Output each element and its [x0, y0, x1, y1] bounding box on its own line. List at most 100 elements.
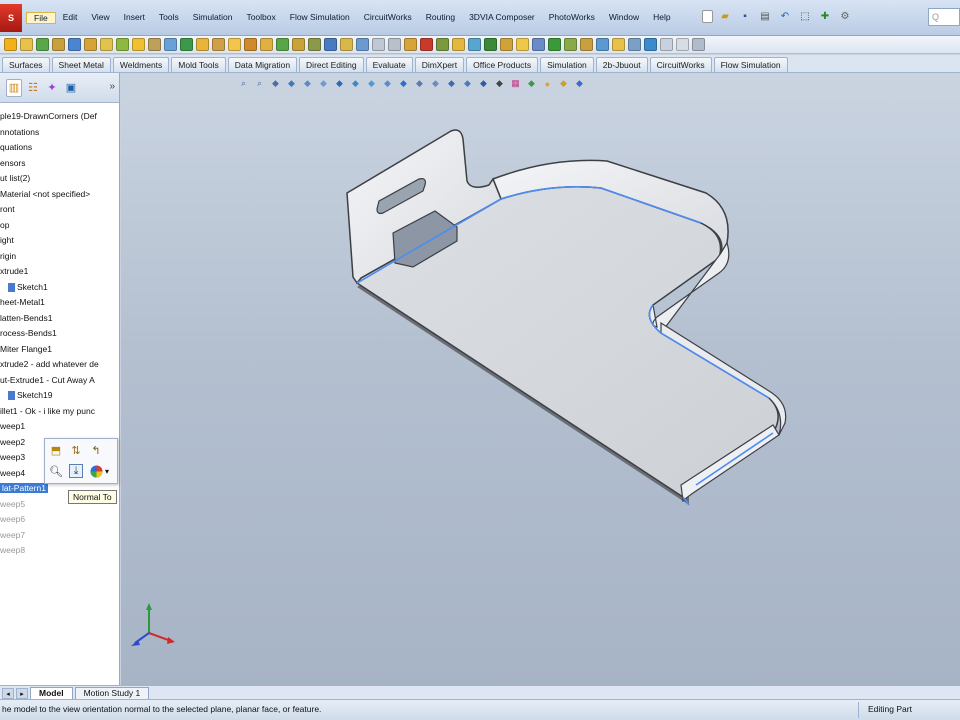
tab-simulation[interactable]: Simulation	[540, 57, 594, 72]
menu-simulation[interactable]: Simulation	[186, 12, 240, 24]
sheet-metal-part[interactable]	[121, 73, 960, 685]
configuration-manager-tab-icon[interactable]: ✦	[44, 79, 60, 97]
command-icon[interactable]	[452, 38, 465, 51]
command-icon[interactable]	[68, 38, 81, 51]
tree-item[interactable]: Sketch1	[0, 280, 113, 296]
menu-photoworks[interactable]: PhotoWorks	[542, 12, 602, 24]
command-icon[interactable]	[20, 38, 33, 51]
menu-routing[interactable]: Routing	[419, 12, 462, 24]
command-icon[interactable]	[692, 38, 705, 51]
property-manager-tab-icon[interactable]: ☷	[25, 79, 41, 97]
command-icon[interactable]	[644, 38, 657, 51]
tab-dimxpert[interactable]: DimXpert	[414, 57, 465, 72]
tree-item[interactable]: weep1	[0, 419, 113, 435]
command-icon[interactable]	[180, 38, 193, 51]
tree-item[interactable]: Material <not specified>	[0, 187, 113, 203]
command-icon[interactable]	[324, 38, 337, 51]
tree-item[interactable]: rocess-Bends1	[0, 326, 113, 342]
command-icon[interactable]	[420, 38, 433, 51]
tab-motion-study[interactable]: Motion Study 1	[74, 687, 150, 699]
tab-flow-simulation[interactable]: Flow Simulation	[713, 57, 788, 72]
undo-icon[interactable]: ↶	[777, 8, 793, 24]
tree-item[interactable]: Miter Flange1	[0, 342, 113, 358]
tree-item[interactable]: weep7	[0, 528, 113, 544]
command-icon[interactable]	[436, 38, 449, 51]
select-icon[interactable]: ⬚	[797, 8, 813, 24]
rollback-icon[interactable]: ↰	[89, 443, 103, 457]
scroll-right-icon[interactable]: ▸	[16, 688, 28, 699]
panel-expand-icon[interactable]: »	[109, 81, 115, 92]
menu-file[interactable]: File	[26, 12, 56, 24]
menu-help[interactable]: Help	[646, 12, 677, 24]
search-input[interactable]: Q	[928, 8, 960, 26]
command-icon[interactable]	[52, 38, 65, 51]
command-icon[interactable]	[292, 38, 305, 51]
command-icon[interactable]	[532, 38, 545, 51]
command-icon[interactable]	[84, 38, 97, 51]
tree-item[interactable]: ight	[0, 233, 113, 249]
tab-model[interactable]: Model	[30, 687, 73, 699]
tree-item[interactable]: ple19-DrawnCorners (Def	[0, 109, 113, 125]
command-icon[interactable]	[580, 38, 593, 51]
graphics-area[interactable]: ⌕ ⌕ ◆ ◆ ◆ ◆ ◆ ◆ ◆ ◆ ◆ ◆ ◆ ◆ ◆ ◆ ◆ ▦ ◆ ● ◆ ◆	[121, 73, 960, 685]
tree-item[interactable]: rigin	[0, 249, 113, 265]
command-icon[interactable]	[500, 38, 513, 51]
solidworks-logo[interactable]: S	[0, 4, 22, 32]
command-icon[interactable]	[276, 38, 289, 51]
print-icon[interactable]: ▤	[757, 8, 773, 24]
zoom-to-selection-icon[interactable]: 🔍︎	[49, 464, 63, 478]
tab-weldments[interactable]: Weldments	[112, 57, 170, 72]
menu-view[interactable]: View	[84, 12, 116, 24]
tree-item[interactable]: ut-Extrude1 - Cut Away A	[0, 373, 113, 389]
tree-item[interactable]: Sketch19	[0, 388, 113, 404]
tab-office-products[interactable]: Office Products	[466, 57, 539, 72]
tree-item[interactable]: ut list(2)	[0, 171, 113, 187]
command-icon[interactable]	[4, 38, 17, 51]
display-manager-tab-icon[interactable]: ▣	[63, 79, 79, 97]
command-icon[interactable]	[516, 38, 529, 51]
tab-mold-tools[interactable]: Mold Tools	[171, 57, 226, 72]
menu-tools[interactable]: Tools	[152, 12, 186, 24]
command-icon[interactable]	[484, 38, 497, 51]
command-icon[interactable]	[244, 38, 257, 51]
command-icon[interactable]	[660, 38, 673, 51]
command-icon[interactable]	[356, 38, 369, 51]
tab-circuitworks[interactable]: CircuitWorks	[649, 57, 712, 72]
tree-item[interactable]: xtrude1	[0, 264, 113, 280]
tree-item[interactable]: ensors	[0, 156, 113, 172]
menu-insert[interactable]: Insert	[117, 12, 152, 24]
command-icon[interactable]	[612, 38, 625, 51]
command-icon[interactable]	[212, 38, 225, 51]
command-icon[interactable]	[564, 38, 577, 51]
unsuppress-icon[interactable]: ⇅	[69, 443, 83, 457]
command-icon[interactable]	[372, 38, 385, 51]
command-icon[interactable]	[468, 38, 481, 51]
new-document-icon[interactable]	[702, 9, 713, 23]
tree-item[interactable]: xtrude2 - add whatever de	[0, 357, 113, 373]
menu-window[interactable]: Window	[602, 12, 646, 24]
tree-item[interactable]: op	[0, 218, 113, 234]
options-icon[interactable]: ⚙	[837, 8, 853, 24]
command-icon[interactable]	[260, 38, 273, 51]
scroll-left-icon[interactable]: ◂	[2, 688, 14, 699]
command-icon[interactable]	[132, 38, 145, 51]
command-icon[interactable]	[100, 38, 113, 51]
command-icon[interactable]	[676, 38, 689, 51]
tree-item[interactable]: latten-Bends1	[0, 311, 113, 327]
menu-flow-simulation[interactable]: Flow Simulation	[283, 12, 357, 24]
menu-3dvia-composer[interactable]: 3DVIA Composer	[462, 12, 542, 24]
command-icon[interactable]	[308, 38, 321, 51]
command-icon[interactable]	[596, 38, 609, 51]
command-icon[interactable]	[404, 38, 417, 51]
command-icon[interactable]	[340, 38, 353, 51]
tab-evaluate[interactable]: Evaluate	[365, 57, 413, 72]
normal-to-icon[interactable]: ⤓	[69, 464, 83, 478]
tab-surfaces[interactable]: Surfaces	[2, 57, 50, 72]
appearance-icon[interactable]	[89, 464, 103, 478]
appearance-dropdown-icon[interactable]: ▾	[105, 467, 109, 476]
command-icon[interactable]	[36, 38, 49, 51]
tree-item[interactable]: heet-Metal1	[0, 295, 113, 311]
edit-feature-icon[interactable]: ⬒	[49, 443, 63, 457]
open-folder-icon[interactable]: ▰	[717, 8, 733, 24]
save-icon[interactable]: ▪	[737, 8, 753, 24]
